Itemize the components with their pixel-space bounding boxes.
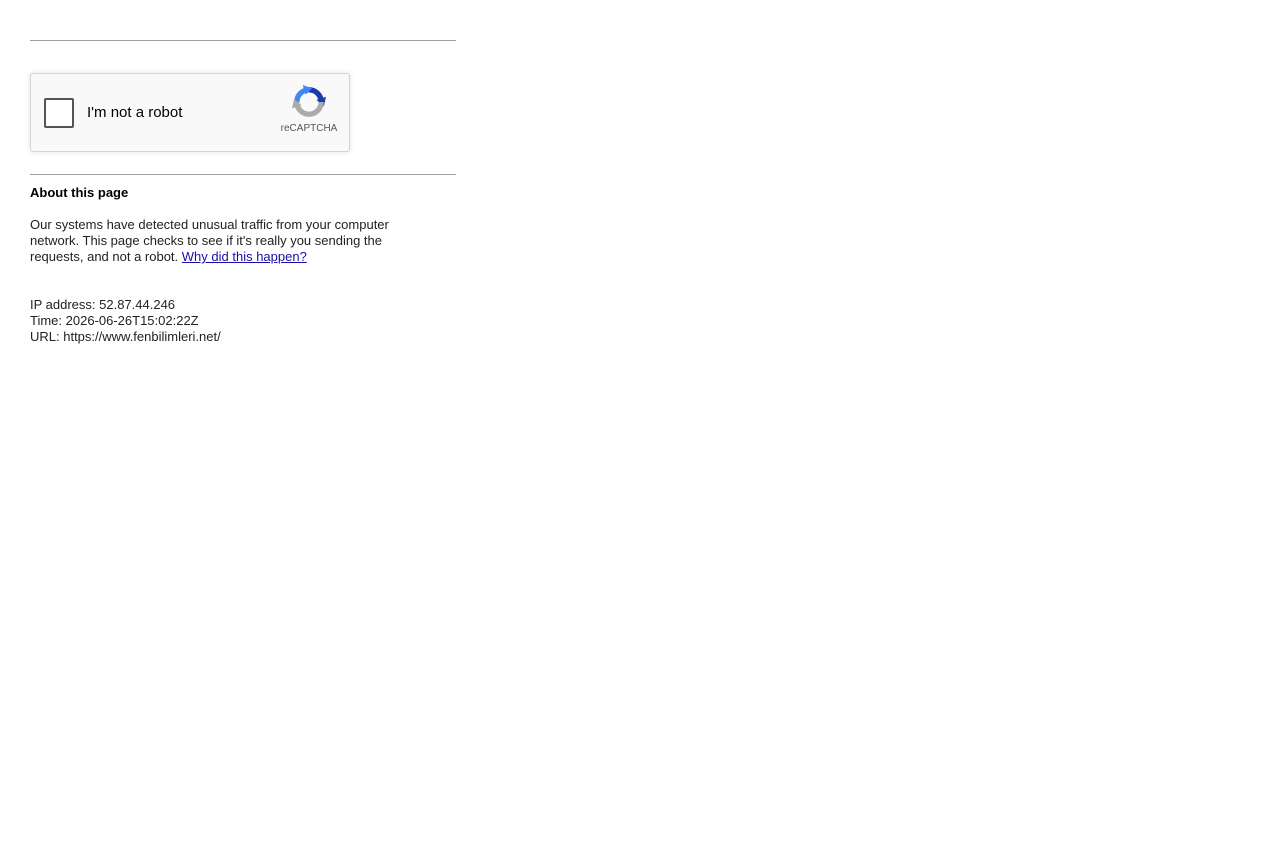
about-text: Our systems have detected unusual traffi…	[30, 217, 430, 265]
recaptcha-checkbox[interactable]	[44, 98, 74, 128]
recaptcha-label: I'm not a robot	[87, 104, 183, 121]
bottom-divider	[30, 174, 456, 175]
timestamp: Time: 2026-06-26T15:02:22Z	[30, 313, 199, 328]
recaptcha-brand-text: reCAPTCHA	[280, 123, 338, 134]
about-title: About this page	[30, 185, 129, 200]
content-container: I'm not a robot reCAPTCHA About this pag…	[30, 0, 456, 345]
ip-address: IP address: 52.87.44.246	[30, 297, 176, 312]
top-divider	[30, 40, 456, 41]
request-url: URL: https://www.fenbilimleri.net/	[30, 329, 221, 344]
request-info: IP address: 52.87.44.246 Time: 2026-06-2…	[30, 297, 456, 345]
why-did-this-happen-link[interactable]: Why did this happen?	[182, 249, 307, 264]
page: I'm not a robot reCAPTCHA About this pag…	[0, 0, 1280, 853]
recaptcha-logo-icon	[292, 85, 326, 117]
recaptcha-widget: I'm not a robot reCAPTCHA	[30, 73, 350, 152]
